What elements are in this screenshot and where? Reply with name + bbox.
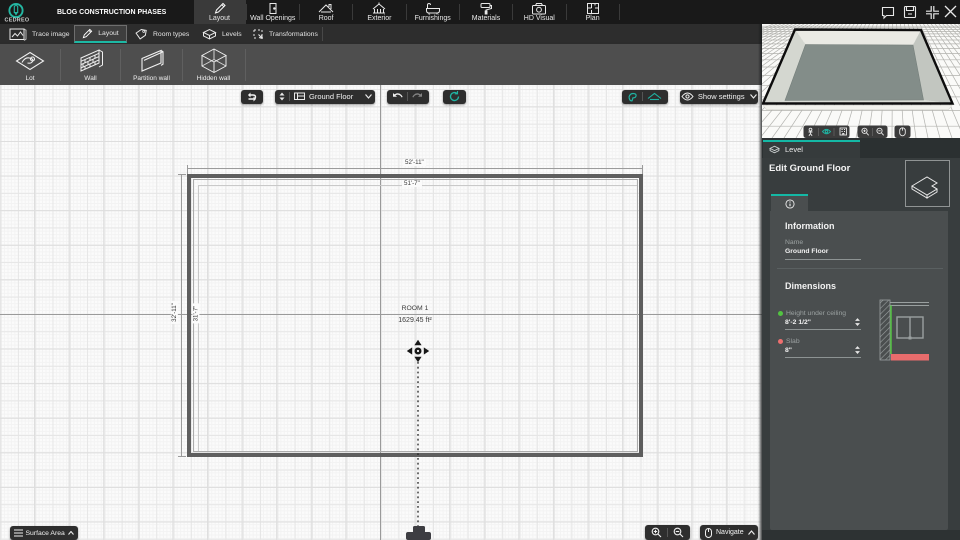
svg-text:CEDREO: CEDREO xyxy=(5,18,30,24)
